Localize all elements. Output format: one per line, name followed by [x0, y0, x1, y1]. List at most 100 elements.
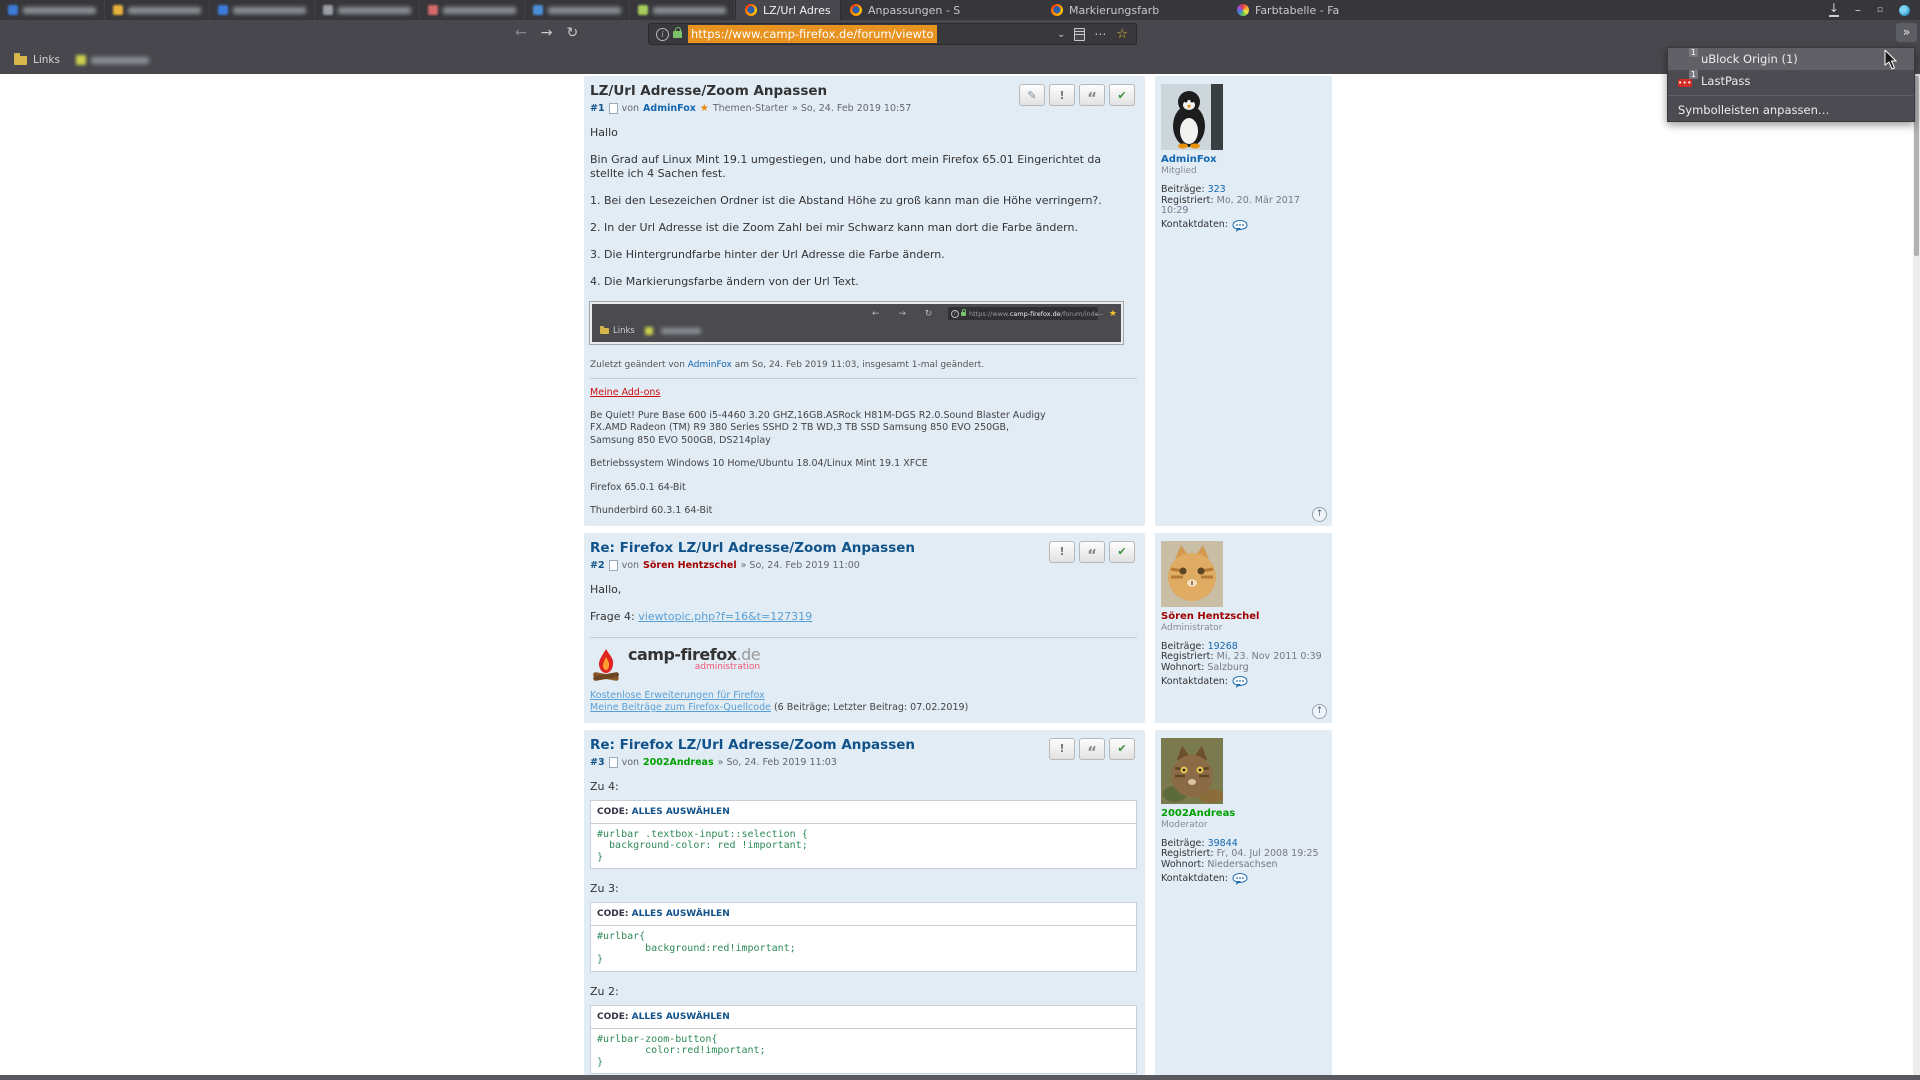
screen: LZ/Url Adres × Anpassungen - S Markierun…: [0, 0, 1920, 1080]
tab-bar: LZ/Url Adres × Anpassungen - S Markierun…: [0, 0, 1920, 20]
blurred-tab[interactable]: [105, 0, 210, 20]
forum-thread: ✎ ! “ ✔ LZ/Url Adresse/Zoom Anpassen #1 …: [584, 76, 1332, 1080]
post-paragraph: Frage 4: viewtopic.php?f=16&t=127319: [590, 610, 1137, 624]
mini-dots-icon: ⋯: [1095, 308, 1103, 322]
topic-starter-icon: ★: [700, 103, 709, 114]
lock-icon[interactable]: [673, 31, 682, 38]
code-content[interactable]: #urlbar{ background:red!important; }: [591, 926, 1136, 971]
tab-active[interactable]: LZ/Url Adres ×: [735, 0, 841, 20]
firefox-icon: [850, 4, 862, 16]
post-3-profile: 2002Andreas Moderator Beiträge: 39844 Re…: [1155, 730, 1332, 1080]
contact-icon[interactable]: [1232, 676, 1248, 688]
url-text-selected[interactable]: https://www.camp-firefox.de/forum/viewto: [688, 25, 937, 43]
mini-lock-icon: [961, 312, 966, 316]
post-count-link[interactable]: 39844: [1208, 838, 1238, 849]
post-paragraph: 4. Die Markierungsfarbe ändern von der U…: [590, 275, 1137, 289]
post-number-link[interactable]: #2: [590, 560, 605, 571]
blurred-tab[interactable]: [525, 0, 630, 20]
author-link[interactable]: AdminFox: [643, 103, 696, 114]
post-2: ! “ ✔ Re: Firefox LZ/Url Adresse/Zoom An…: [584, 533, 1332, 723]
post-count-link[interactable]: 19268: [1208, 641, 1238, 652]
blurred-tab[interactable]: [420, 0, 525, 20]
post-paragraph: Hallo,: [590, 583, 1137, 597]
post-count-link[interactable]: 323: [1208, 184, 1226, 195]
embedded-screenshot[interactable]: ← → ↻ i https://www.camp-firefox.de/foru…: [590, 302, 1123, 344]
code-content[interactable]: #urlbar-zoom-button{ color:red!important…: [591, 1029, 1136, 1074]
viewtopic-link[interactable]: viewtopic.php?f=16&t=127319: [638, 610, 812, 623]
select-all-link[interactable]: ALLES AUSWÄHLEN: [632, 1012, 730, 1022]
addons-link[interactable]: Meine Add-ons: [590, 387, 660, 398]
profile-username[interactable]: AdminFox: [1161, 154, 1326, 165]
page-actions-icon[interactable]: ⋯: [1094, 27, 1107, 41]
download-icon[interactable]: ↓: [1829, 3, 1839, 17]
back-to-top-button[interactable]: ↑: [1312, 704, 1327, 719]
minimize-button[interactable]: –: [1855, 3, 1861, 17]
post-number-link[interactable]: #1: [590, 103, 605, 114]
url-dropdown-icon[interactable]: ⌄: [1057, 29, 1065, 40]
blurred-tab[interactable]: [315, 0, 420, 20]
menu-item-customize-toolbars[interactable]: Symbolleisten anpassen…: [1668, 99, 1914, 121]
signature-divider: [590, 378, 1137, 379]
url-bar[interactable]: i https://www.camp-firefox.de/forum/view…: [648, 23, 1137, 45]
profile-username[interactable]: 2002Andreas: [1161, 808, 1326, 819]
post-3-body: ! “ ✔ Re: Firefox LZ/Url Adresse/Zoom An…: [584, 730, 1145, 1080]
accept-button[interactable]: ✔: [1109, 541, 1135, 563]
edited-author-link[interactable]: AdminFox: [688, 360, 732, 370]
quote-button[interactable]: “: [1079, 541, 1105, 563]
info-icon[interactable]: i: [656, 28, 669, 41]
back-to-top-button[interactable]: ↑: [1312, 507, 1327, 522]
profile-username[interactable]: Sören Hentzschel: [1161, 611, 1326, 622]
avatar-cat[interactable]: [1161, 541, 1223, 607]
signature-divider: [590, 637, 1137, 638]
menu-item-ublock[interactable]: 1 uBlock Origin (1): [1668, 48, 1914, 70]
reload-button[interactable]: ↻: [566, 25, 578, 41]
avatar-penguin[interactable]: [1161, 84, 1223, 150]
tab-label: Farbtabelle - Fa: [1255, 4, 1339, 17]
close-button[interactable]: [1899, 5, 1910, 16]
blurred-tab[interactable]: [630, 0, 735, 20]
bookmark-star-icon[interactable]: ☆: [1116, 27, 1128, 42]
report-button[interactable]: !: [1049, 541, 1075, 563]
sourcecode-link[interactable]: Meine Beiträge zum Firefox-Quellcode: [590, 702, 771, 713]
report-button[interactable]: !: [1049, 84, 1075, 106]
back-button[interactable]: ←: [515, 25, 527, 41]
reader-mode-icon[interactable]: [1074, 28, 1085, 41]
post-2-body: ! “ ✔ Re: Firefox LZ/Url Adresse/Zoom An…: [584, 533, 1145, 723]
edit-button[interactable]: ✎: [1019, 84, 1045, 106]
post-sheet-icon: [609, 757, 618, 768]
author-link[interactable]: Sören Hentzschel: [643, 560, 737, 571]
extensions-link[interactable]: Kostenlose Erweiterungen für Firefox: [590, 690, 765, 701]
tab[interactable]: Markierungsfarb: [1042, 0, 1228, 20]
maximize-button[interactable]: ▫: [1877, 5, 1883, 15]
menu-item-lastpass[interactable]: ••• 1 LastPass: [1668, 70, 1914, 92]
accept-button[interactable]: ✔: [1109, 84, 1135, 106]
post-1-profile: AdminFox Mitglied Beiträge: 323 Registri…: [1155, 76, 1332, 526]
blurred-bookmark[interactable]: [76, 55, 149, 65]
report-button[interactable]: !: [1049, 738, 1075, 760]
code-content[interactable]: #urlbar .textbox-input::selection { back…: [591, 824, 1136, 869]
accept-button[interactable]: ✔: [1109, 738, 1135, 760]
mini-url-bar: i https://www.camp-firefox.de/forum/inde: [948, 307, 1098, 320]
overflow-menu-button[interactable]: »: [1896, 23, 1917, 42]
post-paragraph: Bin Grad auf Linux Mint 19.1 umgestiegen…: [590, 153, 1137, 181]
blurred-tab[interactable]: [210, 0, 315, 20]
ublock-badge: 1: [1689, 48, 1698, 57]
signature: Meine Add-ons Be Quiet! Pure Base 600 i5…: [590, 387, 1137, 518]
quote-button[interactable]: “: [1079, 738, 1105, 760]
bookmarks-toolbar: Links: [0, 46, 1920, 75]
author-link[interactable]: 2002Andreas: [643, 757, 714, 768]
contact-icon[interactable]: [1232, 220, 1248, 232]
quote-button[interactable]: “: [1079, 84, 1105, 106]
post-number-link[interactable]: #3: [590, 757, 605, 768]
avatar-cat[interactable]: [1161, 738, 1223, 804]
tab[interactable]: Anpassungen - S: [841, 0, 1042, 20]
post-date: » So, 24. Feb 2019 11:03: [718, 757, 837, 768]
tab[interactable]: Farbtabelle - Fa: [1228, 0, 1416, 20]
forward-button[interactable]: →: [541, 25, 553, 41]
select-all-link[interactable]: ALLES AUSWÄHLEN: [632, 909, 730, 919]
scrollbar[interactable]: [1913, 74, 1920, 1075]
contact-icon[interactable]: [1232, 873, 1248, 885]
select-all-link[interactable]: ALLES AUSWÄHLEN: [632, 807, 730, 817]
bookmark-links-folder[interactable]: Links: [33, 54, 60, 66]
blurred-tab[interactable]: [0, 0, 105, 20]
